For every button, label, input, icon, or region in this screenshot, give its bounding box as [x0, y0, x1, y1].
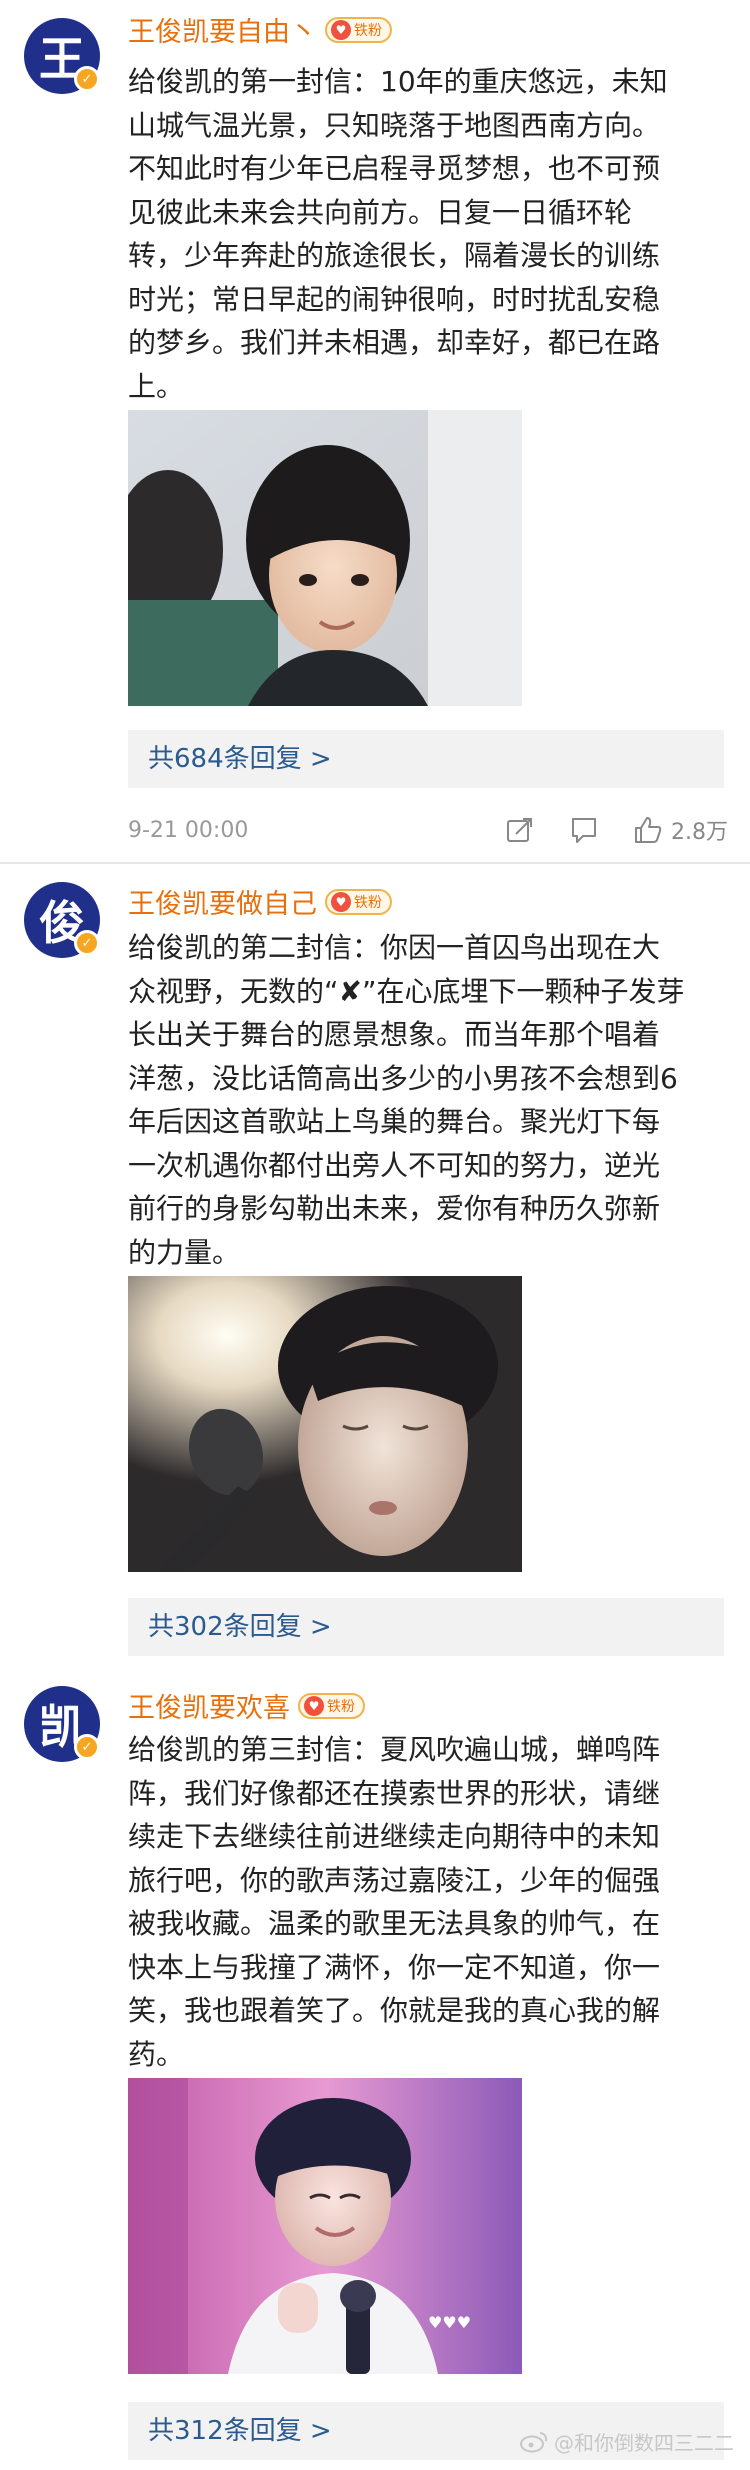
- view-replies-link[interactable]: 共684条回复 >: [128, 730, 724, 788]
- comment-text: 给俊凯的第一封信：10年的重庆悠远，未知 山城气温光景，只知晓落于地图西南方向。…: [128, 65, 668, 403]
- username[interactable]: 王俊凯要自由丶: [128, 10, 317, 49]
- watermark-text: @和你倒数四三二二: [554, 2431, 734, 2455]
- fan-badge-label: 铁粉: [354, 894, 382, 911]
- verified-badge-icon: ✓: [74, 1734, 100, 1760]
- verified-badge-icon: ✓: [74, 930, 100, 956]
- comment-time: 9-21 00:00: [128, 817, 249, 843]
- comment-text: 给俊凯的第二封信：你因一首囚鸟出现在大 众视野，无数的“✘”在心底埋下一颗种子发…: [128, 931, 685, 1269]
- comment-photo[interactable]: ♥♥♥: [128, 2078, 522, 2374]
- fan-badge-label: 铁粉: [354, 22, 382, 39]
- photo-boy-stage: ♥♥♥: [128, 2078, 522, 2374]
- fan-badge-label: 铁粉: [327, 1698, 355, 1715]
- like-button[interactable]: 2.8万: [633, 814, 728, 846]
- comment-photo[interactable]: [128, 410, 522, 706]
- share-button[interactable]: [505, 815, 535, 845]
- photo-boy-smiling: [128, 410, 522, 706]
- verified-badge-icon: ✓: [74, 66, 100, 92]
- username-row: 王俊凯要自由丶 ♥ 铁粉: [128, 10, 392, 49]
- weibo-logo-icon: [520, 2431, 548, 2452]
- comment-button[interactable]: [569, 815, 599, 845]
- fan-badge[interactable]: ♥ 铁粉: [298, 1692, 365, 1719]
- username[interactable]: 王俊凯要做自己: [128, 882, 317, 921]
- comment-icon: [572, 818, 596, 843]
- username[interactable]: 王俊凯要欢喜: [128, 1686, 290, 1725]
- fan-heart-icon: ♥: [331, 891, 351, 912]
- like-count: 2.8万: [671, 820, 728, 845]
- photo-boy-singing: [128, 1276, 522, 1572]
- post-2: 俊 ✓ 王俊凯要做自己 ♥ 铁粉 给俊凯的第二封信：你因一首囚鸟出现在大 众视野…: [0, 864, 750, 1674]
- comment-meta-row: 9-21 00:00 2.8万: [128, 810, 728, 850]
- fan-heart-icon: ♥: [304, 1695, 324, 1716]
- weibo-watermark: @和你倒数四三二二: [520, 2427, 734, 2456]
- comment-text: 给俊凯的第三封信：夏风吹遍山城，蝉鸣阵 阵，我们好像都还在摸索世界的形状，请继 …: [128, 1733, 661, 2071]
- fan-badge[interactable]: ♥ 铁粉: [325, 16, 392, 43]
- comment-photo[interactable]: [128, 1276, 522, 1572]
- username-row: 王俊凯要欢喜 ♥ 铁粉: [128, 1686, 365, 1725]
- post-1: 王 ✓ 王俊凯要自由丶 ♥ 铁粉 给俊凯的第一封信：10年的重庆悠远，未知 山城…: [0, 0, 750, 860]
- svg-text:♥♥♥: ♥♥♥: [428, 2313, 471, 2332]
- fan-heart-icon: ♥: [331, 19, 351, 40]
- fan-badge[interactable]: ♥ 铁粉: [325, 888, 392, 915]
- post-3: 凯 ✓ 王俊凯要欢喜 ♥ 铁粉 给俊凯的第三封信：夏风吹遍山城，蝉鸣阵 阵，我们…: [0, 1660, 750, 2470]
- share-icon: [507, 818, 532, 842]
- view-replies-link[interactable]: 共302条回复 >: [128, 1598, 724, 1656]
- thumbs-up-icon: [635, 817, 662, 843]
- username-row: 王俊凯要做自己 ♥ 铁粉: [128, 882, 392, 921]
